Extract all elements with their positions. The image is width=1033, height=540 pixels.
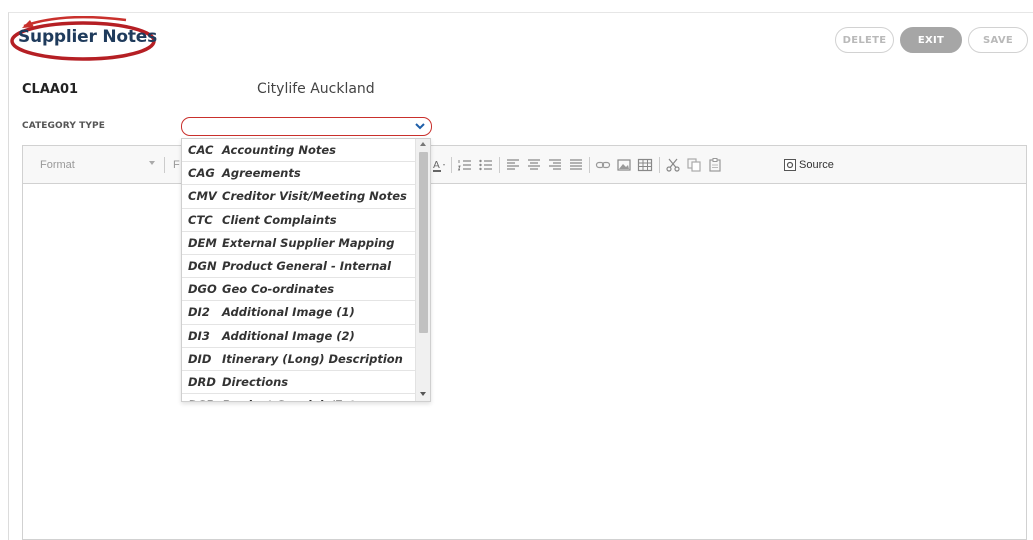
rich-text-editor: Format F A Source — [22, 145, 1027, 540]
category-option[interactable]: CAG Agreements — [182, 162, 416, 186]
category-option-description: Directions — [222, 374, 289, 389]
category-option[interactable]: DID Itinerary (Long) Description — [182, 348, 416, 371]
toolbar-separator — [164, 157, 165, 173]
page-title: Supplier Notes — [18, 27, 158, 47]
scrollbar-thumb[interactable] — [419, 152, 428, 333]
copy-icon[interactable] — [686, 157, 702, 173]
editor-content-area[interactable] — [23, 184, 1026, 539]
chevron-down-icon — [415, 123, 425, 130]
category-option-code: DI3 — [188, 328, 210, 343]
category-type-select[interactable] — [181, 117, 432, 136]
category-option[interactable]: CAC Accounting Notes — [182, 139, 416, 163]
toolbar-separator — [589, 157, 590, 173]
category-option-code: DEM — [188, 235, 217, 250]
category-option-code: CTC — [188, 212, 213, 227]
category-option-description: Additional Image (2) — [222, 328, 355, 343]
font-color-icon[interactable]: A — [431, 157, 447, 173]
category-option-code: CAC — [188, 143, 214, 158]
category-option[interactable]: DSPProduct Specials/Extras — [182, 394, 416, 401]
svg-text:A: A — [433, 160, 440, 171]
source-icon — [784, 159, 796, 171]
category-option-description: Additional Image (1) — [222, 305, 355, 320]
category-option-description: Product Specials/Extras — [222, 398, 375, 401]
link-icon[interactable] — [595, 157, 611, 173]
category-option-code: DI2 — [188, 305, 210, 320]
category-option-description: Agreements — [222, 166, 301, 181]
paste-icon[interactable] — [707, 157, 723, 173]
category-option-code: DGN — [188, 259, 217, 274]
category-option-description: Client Complaints — [222, 212, 337, 227]
bulleted-list-icon[interactable] — [478, 157, 494, 173]
format-dropdown[interactable]: Format — [30, 155, 160, 175]
source-button-label: Source — [799, 159, 834, 171]
category-option-code: CMV — [188, 189, 217, 204]
category-option-code: DID — [188, 351, 212, 366]
toolbar-separator — [499, 157, 500, 173]
image-icon[interactable] — [616, 157, 632, 173]
delete-button[interactable]: DELETE — [835, 27, 894, 53]
category-type-label: CATEGORY TYPE — [22, 121, 105, 131]
category-option[interactable]: DGN Product General - Internal — [182, 255, 416, 279]
numbered-list-icon[interactable] — [457, 157, 473, 173]
format-dropdown-arrow-icon — [149, 161, 155, 165]
scroll-up-arrow-icon[interactable] — [420, 142, 426, 146]
category-options: CAC Accounting Notes CAG Agreements CMV Credi… — [182, 139, 416, 401]
category-option-description: Geo Co-ordinates — [222, 282, 335, 297]
category-option-code: DGO — [188, 282, 217, 297]
table-icon[interactable] — [637, 157, 653, 173]
category-dropdown-list: CAC Accounting Notes CAG Agreements CMV Credi… — [181, 138, 431, 402]
supplier-code: CLAA01 — [22, 82, 79, 97]
category-option[interactable]: DGO Geo Co-ordinates — [182, 278, 416, 302]
category-option[interactable]: DI2 Additional Image (1) — [182, 301, 416, 325]
category-option-description: Creditor Visit/Meeting Notes — [222, 189, 407, 204]
category-option-description: Product General - Internal — [222, 259, 392, 274]
category-option[interactable]: DEM External Supplier Mapping — [182, 232, 416, 255]
justify-icon[interactable] — [568, 157, 584, 173]
supplier-name: Citylife Auckland — [257, 81, 375, 97]
align-left-icon[interactable] — [505, 157, 521, 173]
category-option-code: DSP — [182, 398, 222, 401]
category-option[interactable]: DI3 Additional Image (2) — [182, 325, 416, 348]
font-dropdown[interactable]: F — [173, 155, 180, 175]
title-badge: Supplier Notes — [8, 16, 158, 62]
align-right-icon[interactable] — [547, 157, 563, 173]
category-option[interactable]: CMV Creditor Visit/Meeting Notes — [182, 185, 416, 209]
category-option-description: External Supplier Mapping — [222, 235, 395, 250]
exit-button[interactable]: EXIT — [900, 27, 962, 53]
category-option-code: CAG — [188, 166, 215, 181]
category-option-description: Accounting Notes — [222, 143, 336, 158]
scroll-down-arrow-icon[interactable] — [420, 392, 426, 396]
editor-toolbar: Format F A Source — [23, 146, 1026, 184]
category-option[interactable]: CTC Client Complaints — [182, 209, 416, 232]
dropdown-scrollbar[interactable] — [415, 139, 430, 401]
source-button[interactable]: Source — [784, 155, 834, 175]
toolbar-separator — [659, 157, 660, 173]
category-option-description: Itinerary (Long) Description — [222, 351, 403, 366]
cut-icon[interactable] — [665, 157, 681, 173]
category-option[interactable]: DRD Directions — [182, 371, 416, 395]
category-option-code: DRD — [188, 374, 216, 389]
align-center-icon[interactable] — [526, 157, 542, 173]
save-button[interactable]: SAVE — [968, 27, 1028, 53]
format-dropdown-label: Format — [40, 159, 75, 171]
toolbar-separator — [451, 157, 452, 173]
